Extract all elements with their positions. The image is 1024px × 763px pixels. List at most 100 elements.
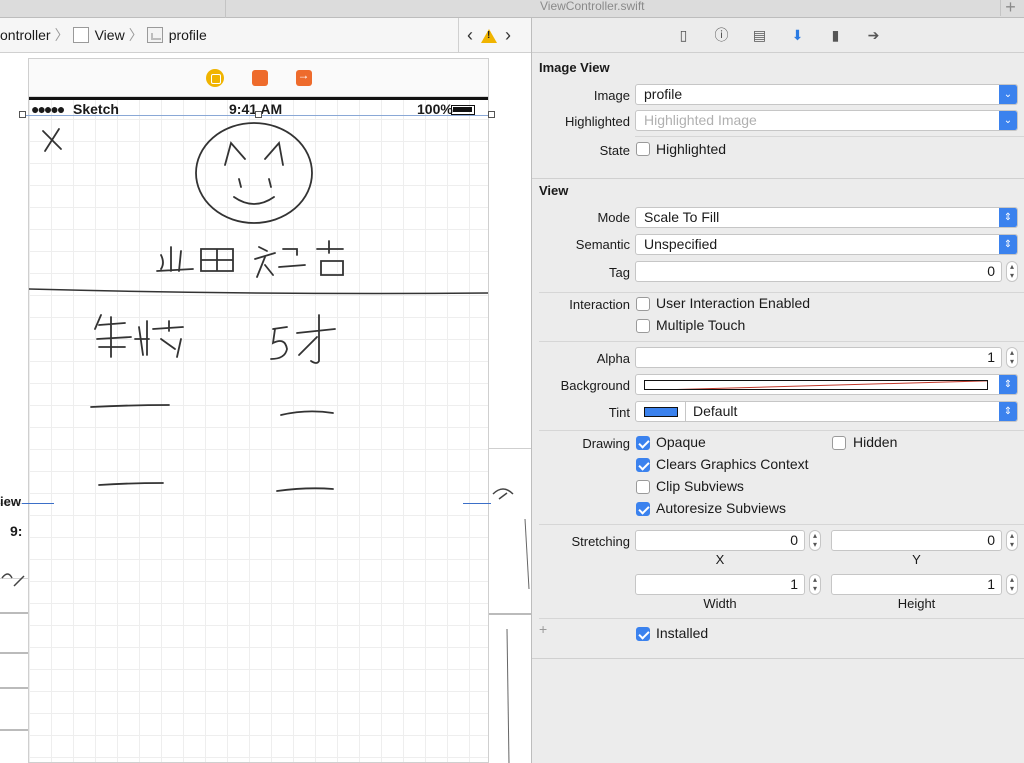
xcode-window: ViewController.swift + ontroller 〉 View … — [0, 0, 1024, 763]
file-inspector-icon[interactable]: ▯ — [674, 25, 694, 45]
view-controller-icon[interactable] — [205, 68, 224, 87]
stretching-label: Stretching — [571, 534, 630, 549]
state-highlighted-label: Highlighted — [656, 141, 727, 157]
divider — [539, 524, 1024, 525]
chevron-updown-icon[interactable]: ⇕ — [999, 402, 1017, 421]
semantic-popup[interactable]: Unspecified ⇕ — [635, 234, 1018, 255]
stretch-width-stepper[interactable]: ▴ ▾ — [809, 574, 821, 595]
add-tab-button[interactable]: + — [1000, 0, 1020, 16]
chevron-left-icon[interactable]: ‹ — [467, 25, 473, 46]
stretch-height-stepper[interactable]: ▴ ▾ — [1006, 574, 1018, 595]
stretch-x-field[interactable]: 0 — [635, 530, 805, 551]
divider — [539, 341, 1024, 342]
content-mode-popup[interactable]: Scale To Fill ⇕ — [635, 207, 1018, 228]
identity-inspector-icon[interactable]: ▤ — [750, 25, 770, 45]
storyboard-canvas[interactable]: ontroller 〉 View 〉 profile ‹ › iew 9: — [0, 18, 531, 763]
chevron-right-icon[interactable]: › — [505, 25, 511, 46]
resize-handle[interactable] — [255, 111, 262, 118]
window-title[interactable]: ViewController.swift — [540, 0, 680, 12]
attributes-inspector-icon[interactable]: ⬇ — [788, 25, 808, 45]
chevron-updown-icon[interactable]: ⇕ — [999, 235, 1017, 254]
drawing-label: Drawing — [582, 436, 630, 451]
help-inspector-icon[interactable]: ⓘ — [712, 25, 732, 45]
adjacent-scene[interactable] — [489, 448, 531, 763]
breadcrumb-label: ontroller — [0, 27, 51, 43]
hidden-checkbox[interactable] — [832, 436, 846, 450]
iphone-view[interactable]: ●●●●● Sketch 9:41 AM 100% — [29, 97, 488, 762]
warning-icon[interactable] — [481, 28, 497, 43]
semantic-label: Semantic — [575, 237, 630, 252]
background-color-popup[interactable]: ⇕ — [635, 374, 1018, 395]
chevron-updown-icon[interactable]: ⇕ — [999, 375, 1017, 394]
tag-field[interactable]: 0 — [635, 261, 1002, 282]
size-inspector-icon[interactable]: ▮ — [826, 25, 846, 45]
mode-label: Mode — [597, 210, 630, 225]
chevron-down-icon[interactable]: ⌄ — [999, 85, 1017, 104]
resize-handle[interactable] — [488, 111, 495, 118]
jump-bar: ontroller 〉 View 〉 profile ‹ › — [0, 18, 531, 53]
constraint-indicator[interactable] — [22, 503, 54, 504]
image-label: Image — [593, 88, 630, 103]
stretch-x-stepper[interactable]: ▴ ▾ — [809, 530, 821, 551]
tag-stepper[interactable]: ▴ ▾ — [1006, 261, 1018, 282]
clip-subviews-checkbox[interactable] — [636, 480, 650, 494]
resize-handle[interactable] — [19, 111, 26, 118]
stretch-height-value: 1 — [987, 576, 995, 592]
tint-color-popup[interactable]: Default ⇕ — [635, 401, 1018, 422]
view-section: View Mode Scale To Fill ⇕ Semantic Unspe… — [532, 179, 1024, 659]
multiple-touch-checkbox[interactable] — [636, 319, 650, 333]
connections-inspector-icon[interactable]: ➔ — [864, 25, 884, 45]
divider — [685, 402, 686, 421]
scene-dock — [29, 59, 488, 97]
breadcrumb-image-view[interactable]: profile — [146, 27, 207, 43]
partial-scene-label: iew — [0, 494, 28, 509]
chevron-down-icon[interactable]: ⌄ — [999, 111, 1017, 130]
autoresize-subviews-label: Autoresize Subviews — [656, 500, 786, 516]
chevron-updown-icon[interactable]: ⇕ — [999, 208, 1017, 227]
highlighted-image-combobox[interactable]: Highlighted Image ⌄ — [635, 110, 1018, 131]
user-interaction-label: User Interaction Enabled — [656, 295, 811, 311]
stretch-x-caption: X — [715, 552, 725, 567]
image-combobox[interactable]: profile ⌄ — [635, 84, 1018, 105]
opaque-checkbox[interactable] — [636, 436, 650, 450]
partial-scene-sketch — [0, 573, 28, 731]
installed-label: Installed — [656, 625, 709, 641]
add-variation-button[interactable]: + — [539, 621, 547, 637]
clears-graphics-checkbox[interactable] — [636, 458, 650, 472]
highlighted-label: Highlighted — [564, 114, 630, 129]
state-highlighted-checkbox[interactable] — [636, 142, 650, 156]
inspector-tabs: ▯ ⓘ ▤ ⬇ ▮ ➔ — [532, 18, 1024, 53]
breadcrumb-controller[interactable]: ontroller — [0, 27, 51, 43]
installed-checkbox[interactable] — [636, 627, 650, 641]
exit-icon[interactable] — [295, 68, 312, 86]
alpha-field[interactable]: 1 — [635, 347, 1002, 368]
user-interaction-checkbox[interactable] — [636, 297, 650, 311]
breadcrumb-label: profile — [168, 27, 207, 43]
opaque-label: Opaque — [656, 434, 706, 450]
view-controller-scene[interactable]: ●●●●● Sketch 9:41 AM 100% — [28, 58, 489, 763]
constraint-indicator[interactable] — [463, 503, 491, 504]
alpha-stepper[interactable]: ▴ ▾ — [1006, 347, 1018, 368]
mode-value: Scale To Fill — [644, 209, 720, 225]
stretch-height-field[interactable]: 1 — [831, 574, 1002, 595]
stretch-y-field[interactable]: 0 — [831, 530, 1002, 551]
stretch-y-stepper[interactable]: ▴ ▾ — [1006, 530, 1018, 551]
section-title: Image View — [539, 60, 610, 75]
partial-scene-time: 9: — [10, 523, 23, 539]
background-label: Background — [560, 378, 630, 393]
stretch-x-value: 0 — [790, 532, 798, 548]
first-responder-icon[interactable] — [251, 69, 268, 86]
profile-sketch-image[interactable] — [29, 117, 488, 762]
alpha-label: Alpha — [596, 351, 630, 366]
jump-bar-navigation: ‹ › — [458, 18, 511, 53]
hidden-label: Hidden — [853, 434, 898, 450]
title-bar: ViewController.swift + — [0, 0, 1024, 18]
alpha-value: 1 — [987, 349, 995, 365]
tag-value: 0 — [987, 263, 995, 279]
breadcrumb-separator: 〉 — [128, 27, 143, 43]
breadcrumb-label: View — [94, 27, 125, 43]
stretch-width-field[interactable]: 1 — [635, 574, 805, 595]
image-view-icon — [146, 27, 163, 43]
autoresize-subviews-checkbox[interactable] — [636, 502, 650, 516]
breadcrumb-view[interactable]: View — [72, 27, 125, 43]
